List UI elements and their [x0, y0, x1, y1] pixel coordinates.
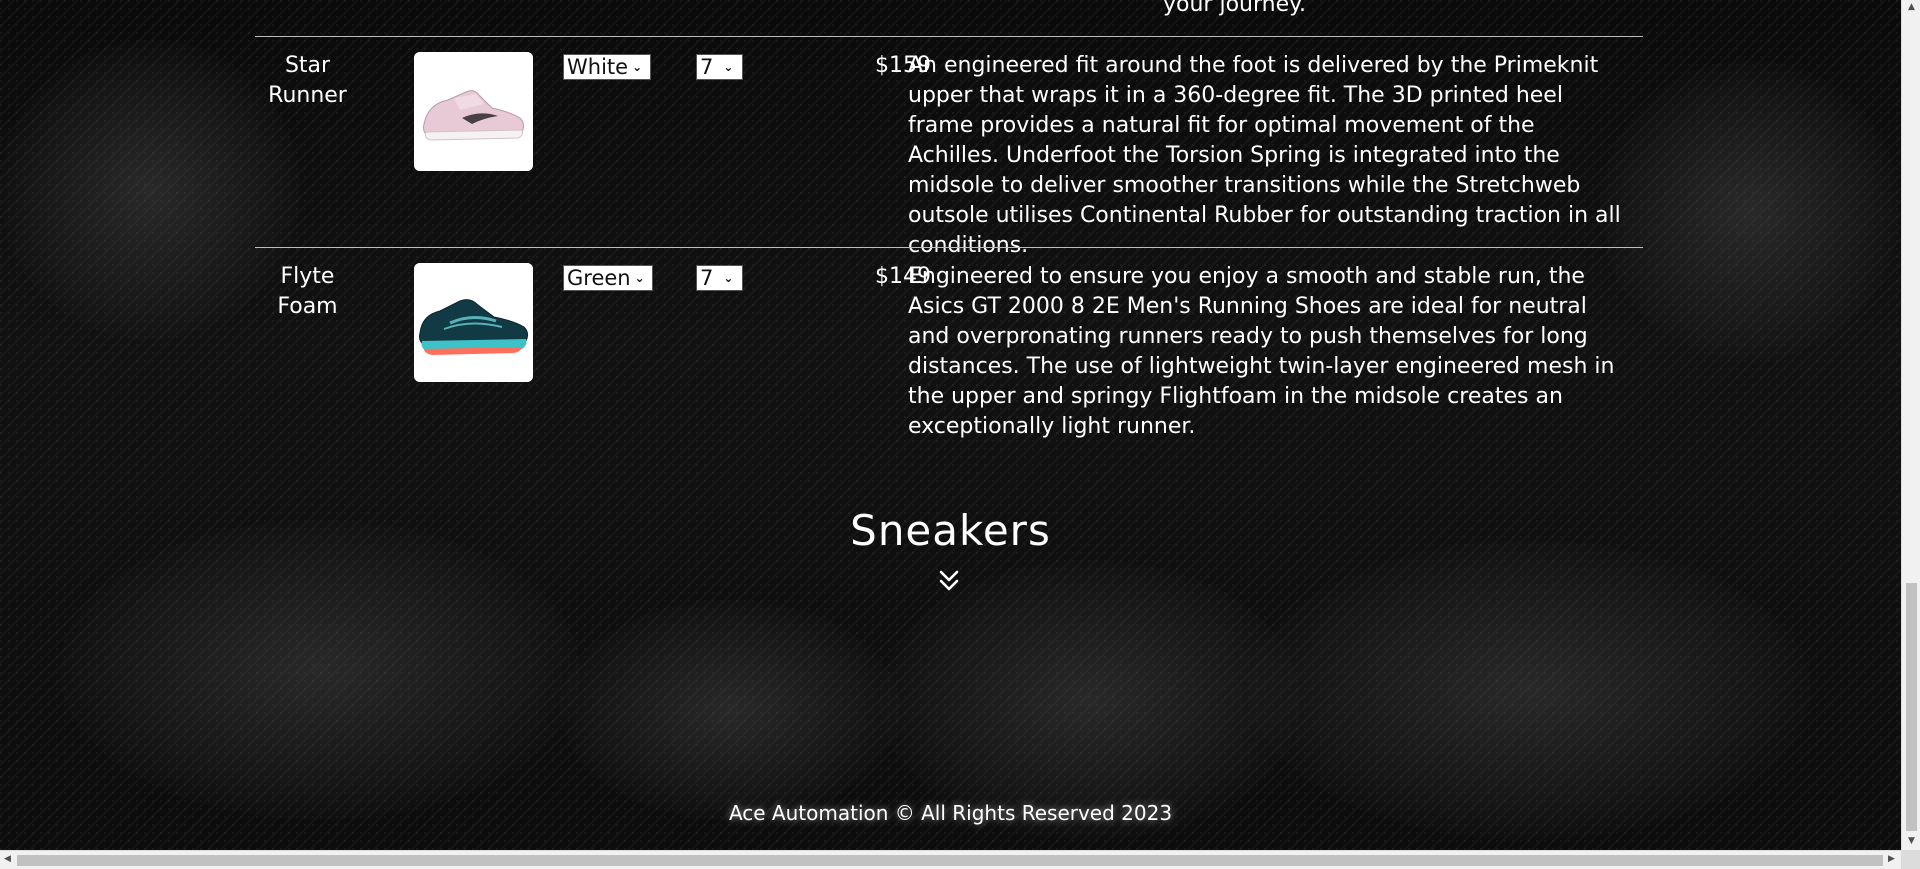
product-name: Star Runner: [268, 53, 347, 108]
table-row: Flyte Foam Green ⌄ 7 ⌄ $149 Engineered t…: [255, 247, 1643, 447]
chevron-down-icon: ⌄: [723, 271, 734, 285]
color-select[interactable]: Green ⌄: [563, 265, 653, 291]
chevron-down-icon: ⌄: [634, 271, 645, 285]
product-image: [414, 52, 533, 171]
double-chevron-down-icon[interactable]: [937, 570, 961, 592]
footer-copyright: Ace Automation © All Rights Reserved 202…: [728, 801, 1173, 825]
chevron-down-icon: ⌄: [723, 60, 734, 74]
color-select-value: Green: [567, 266, 631, 290]
page-viewport: your journey. Star Runner White ⌄ 7 ⌄ $1…: [0, 0, 1901, 850]
previous-row-description-tail: your journey.: [1163, 0, 1306, 17]
world-map-background: [1600, 60, 1900, 360]
color-select-value: White: [567, 55, 629, 79]
product-name: Flyte Foam: [277, 264, 338, 319]
vertical-scrollbar-thumb[interactable]: [1906, 583, 1917, 831]
size-select-value: 7: [700, 55, 714, 79]
teal-running-shoe-image: [414, 263, 533, 382]
scroll-up-arrow-icon[interactable]: ▲: [1902, 2, 1920, 12]
table-row: Star Runner White ⌄ 7 ⌄ $159 An engineer…: [255, 36, 1643, 258]
scrollbar-corner: [1901, 850, 1920, 869]
product-description: An engineered fit around the foot is del…: [908, 53, 1621, 258]
size-select-value: 7: [700, 266, 714, 290]
size-select[interactable]: 7 ⌄: [696, 265, 743, 291]
size-select[interactable]: 7 ⌄: [696, 54, 743, 80]
product-description: Engineered to ensure you enjoy a smooth …: [908, 264, 1615, 439]
horizontal-scrollbar[interactable]: ◀ ▶: [0, 850, 1901, 869]
world-map-background: [880, 560, 1300, 840]
scroll-left-arrow-icon[interactable]: ◀: [4, 854, 11, 864]
scroll-right-arrow-icon[interactable]: ▶: [1888, 854, 1895, 864]
scroll-down-arrow-icon[interactable]: ▼: [1902, 836, 1920, 846]
section-title: Sneakers: [850, 506, 1051, 555]
pink-sneaker-image: [414, 52, 533, 171]
horizontal-scrollbar-thumb[interactable]: [17, 855, 1883, 866]
product-image: [414, 263, 533, 382]
world-map-background: [560, 600, 900, 820]
color-select[interactable]: White ⌄: [563, 54, 651, 80]
world-map-background: [60, 520, 580, 820]
chevron-down-icon: ⌄: [632, 60, 643, 74]
vertical-scrollbar[interactable]: ▲ ▼: [1901, 0, 1920, 850]
world-map-background: [1250, 540, 1810, 840]
